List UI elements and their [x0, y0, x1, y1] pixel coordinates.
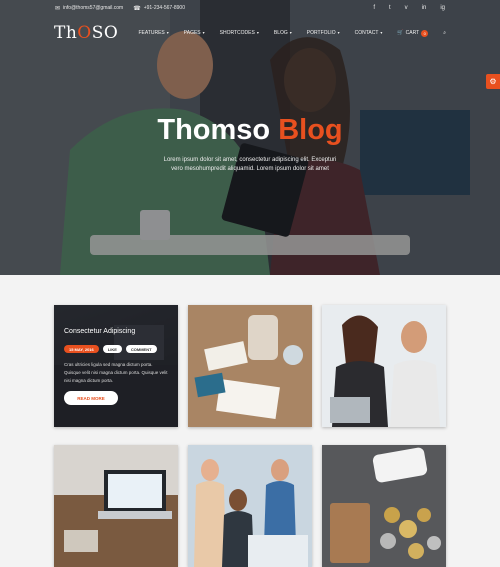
- blog-card-team[interactable]: [188, 445, 312, 567]
- facebook-icon[interactable]: f: [373, 5, 375, 11]
- card-tags: 15 MAY, 2016 LIKE COMMENT: [64, 345, 157, 353]
- nav-item-features[interactable]: Features: [138, 30, 168, 36]
- hero-banner: ✉ info@thoms57@gmail.com ☎ +91-234-567-8…: [0, 0, 500, 275]
- coins-photo: [322, 445, 446, 567]
- blog-card-coins[interactable]: [322, 445, 446, 567]
- main-nav: ThOSO Features Pages Shortcodes Blog Por…: [0, 16, 500, 50]
- logo-o: O: [77, 23, 92, 43]
- team-photo: [188, 445, 312, 567]
- blog-card-desk[interactable]: [188, 305, 312, 427]
- nav-item-contact[interactable]: Contact: [355, 30, 383, 36]
- search-icon[interactable]: ⌕: [443, 30, 446, 36]
- nav-item-pages[interactable]: Pages: [184, 30, 205, 36]
- top-bar: ✉ info@thoms57@gmail.com ☎ +91-234-567-8…: [0, 0, 500, 16]
- email-text: info@thoms57@gmail.com: [63, 5, 124, 11]
- nav-item-blog[interactable]: Blog: [274, 30, 292, 36]
- site-logo[interactable]: ThOSO: [54, 23, 118, 43]
- vimeo-icon[interactable]: v: [405, 5, 408, 11]
- social-links: f t v in ig: [373, 5, 445, 11]
- instagram-icon[interactable]: ig: [440, 5, 445, 11]
- logo-text-start: Th: [54, 23, 78, 43]
- cart-icon: 🛒: [397, 30, 404, 36]
- nav-item-shortcodes[interactable]: Shortcodes: [220, 30, 259, 36]
- linkedin-icon[interactable]: in: [422, 5, 427, 11]
- hero-subtitle: Lorem ipsum dolor sit amet, consectetur …: [163, 157, 337, 172]
- blog-grid: Consectetur Adipiscing 15 MAY, 2016 LIKE…: [0, 275, 500, 567]
- laptop-photo: [54, 445, 178, 567]
- read-more-button[interactable]: READ MORE: [64, 391, 118, 405]
- phone-icon: ☎: [133, 5, 141, 12]
- title-accent: Blog: [278, 114, 343, 146]
- date-tag: 15 MAY, 2016: [64, 345, 99, 353]
- phone-text: +91-234-567-8900: [143, 5, 185, 11]
- settings-gear-icon[interactable]: ⚙: [486, 74, 500, 89]
- email-info[interactable]: ✉ info@thoms57@gmail.com: [55, 5, 123, 12]
- page-title: Thomso Blog: [0, 114, 500, 147]
- twitter-icon[interactable]: t: [389, 5, 391, 11]
- mail-icon: ✉: [55, 5, 61, 12]
- people-photo: [322, 305, 446, 427]
- cart-label: Cart: [405, 30, 420, 36]
- nav-item-portfolio[interactable]: Portfolio: [307, 30, 340, 36]
- blog-card-people[interactable]: [322, 305, 446, 427]
- desk-photo: [188, 305, 312, 427]
- blog-card-featured[interactable]: Consectetur Adipiscing 15 MAY, 2016 LIKE…: [54, 305, 178, 427]
- logo-text-end: SO: [91, 23, 119, 43]
- card-description: Cras ultricies ligula sed magna dictum p…: [64, 362, 168, 383]
- phone-info[interactable]: ☎ +91-234-567-8900: [133, 5, 185, 12]
- card-title[interactable]: Consectetur Adipiscing: [64, 328, 135, 335]
- comment-tag[interactable]: COMMENT: [125, 345, 157, 353]
- cart-button[interactable]: 🛒 Cart 0: [397, 29, 429, 37]
- nav-menu: Features Pages Shortcodes Blog Portfolio…: [138, 29, 446, 37]
- like-tag[interactable]: LIKE: [102, 345, 122, 353]
- title-main: Thomso: [157, 114, 271, 146]
- blog-card-laptop[interactable]: [54, 445, 178, 567]
- cart-count-badge: 0: [421, 29, 429, 37]
